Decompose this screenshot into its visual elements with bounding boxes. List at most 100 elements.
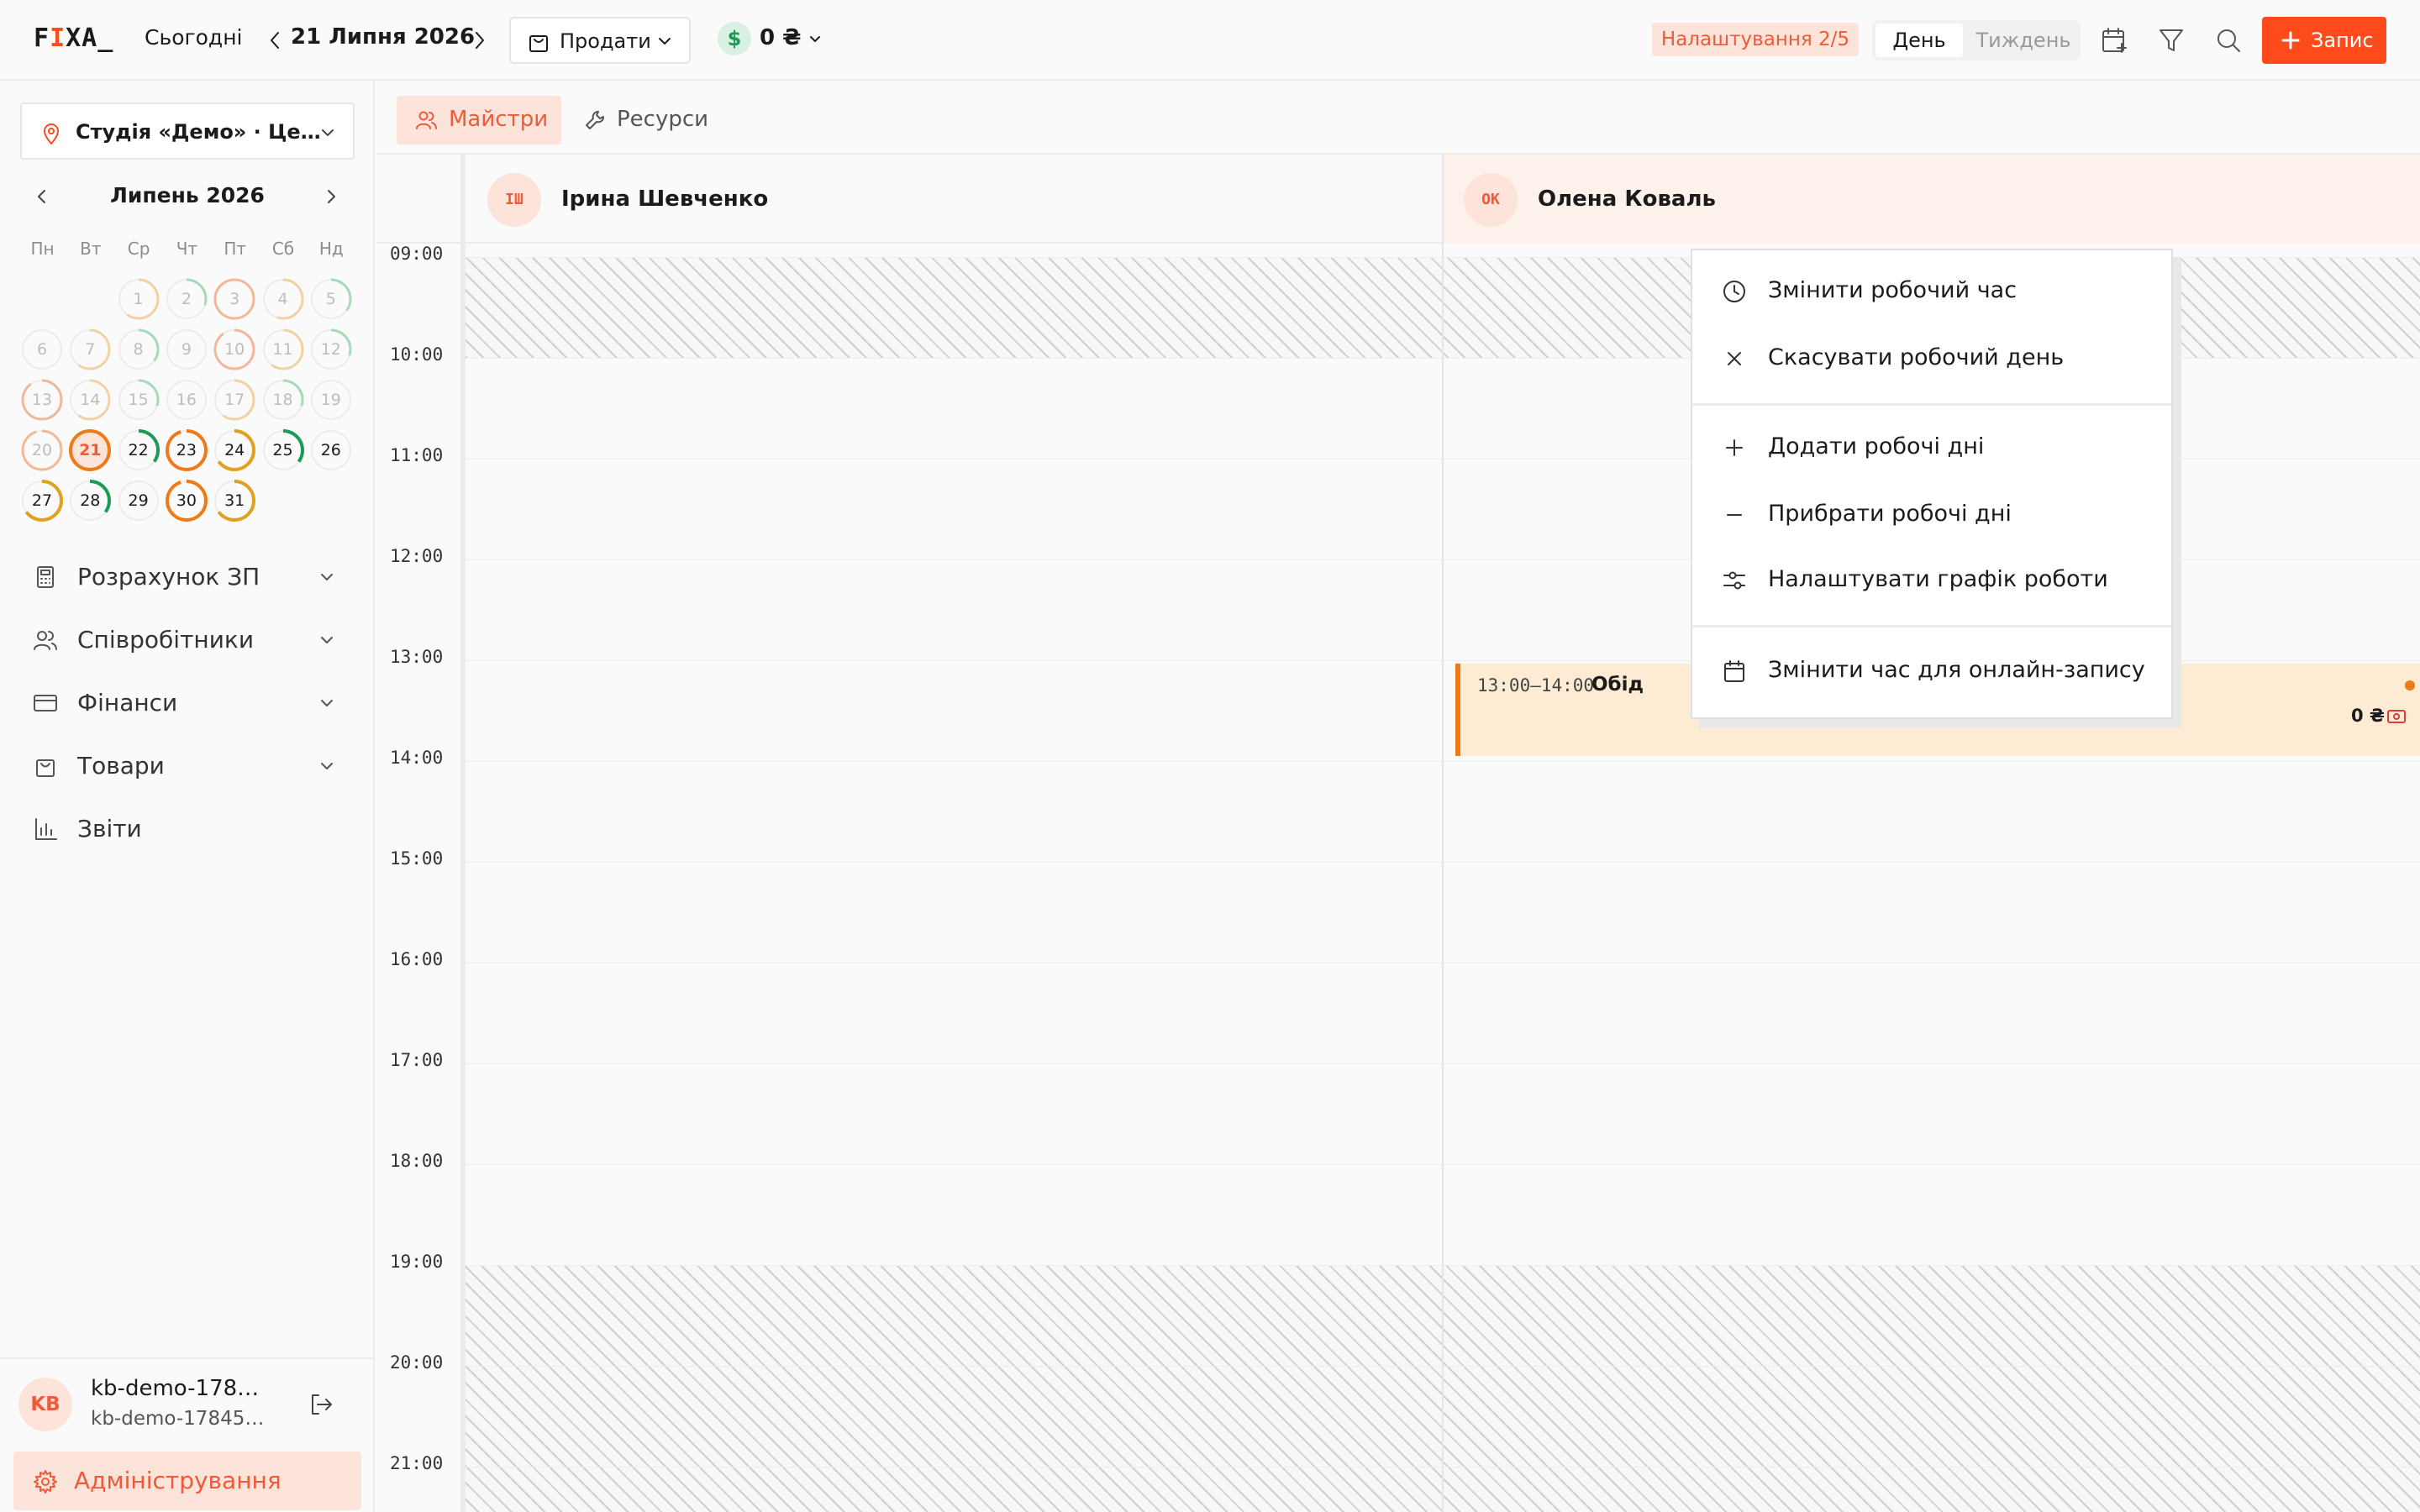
staff-name: Ірина Шевченко [561,186,769,212]
prev-day-icon[interactable] [262,25,287,55]
calendar-day[interactable]: 28 [68,479,112,522]
calendar-day[interactable]: 16 [165,378,208,422]
calendar-day[interactable]: 1 [117,277,160,321]
calendar-day-number: 20 [31,441,53,459]
sidebar-item-payroll[interactable]: Розрахунок ЗП [30,553,350,600]
calendar-day[interactable]: 4 [261,277,305,321]
calendar-day[interactable]: 27 [20,479,64,522]
calendar-day-number: 4 [277,290,288,308]
calendar-day[interactable]: 23 [165,428,208,472]
studio-selector[interactable]: Студія «Демо» · Центр [20,102,355,160]
calendar-day[interactable]: 25 [261,428,305,472]
add-booking-button[interactable]: Запис [2262,17,2386,64]
tab-resources[interactable]: Ресурси [565,96,733,144]
view-week-button[interactable]: Тиждень [1973,24,2074,57]
calendar-day[interactable]: 31 [213,479,256,522]
menu-item-change-work-time[interactable]: Змінити робочий час [1692,259,2171,324]
calendar-day[interactable]: 9 [165,328,208,371]
filter-icon[interactable] [2156,25,2186,55]
calendar-day[interactable]: 14 [68,378,112,422]
shopping-bag-icon [526,29,551,55]
chevron-down-icon [316,755,338,777]
calendar-add-icon[interactable] [2099,25,2129,55]
calendar-day[interactable]: 5 [309,277,353,321]
chevron-down-icon[interactable] [807,30,823,47]
logout-icon[interactable] [306,1389,336,1420]
calendar-day-number: 11 [272,340,293,359]
sidebar-item-products[interactable]: Товари [30,742,350,789]
calendar-day[interactable]: 24 [213,428,256,472]
cash-icon[interactable]: $ [718,22,751,55]
sidebar-item-label: Співробітники [77,626,255,654]
calendar-day[interactable]: 21 [68,428,112,472]
admin-label: Адміністрування [74,1467,281,1494]
sidebar-item-label: Розрахунок ЗП [77,563,260,591]
calendar-day[interactable]: 29 [117,479,160,522]
tab-masters[interactable]: Майстри [397,96,561,144]
plus-icon [1721,434,1748,461]
calendar-day[interactable]: 7 [68,328,112,371]
calendar-day-number: 7 [85,340,96,359]
calendar-day[interactable]: 15 [117,378,160,422]
appointment-title: Обід [1591,674,1644,696]
calendar-day[interactable]: 20 [20,428,64,472]
calendar-day[interactable]: 22 [117,428,160,472]
calendar-day[interactable]: 18 [261,378,305,422]
user-profile[interactable]: KB kb-demo-1784… kb-demo-178459… [18,1371,355,1438]
app-logo[interactable]: FIXA_ [34,24,113,53]
view-day-button[interactable]: День [1876,24,1963,57]
calendar-day[interactable]: 6 [20,328,64,371]
cash-balance[interactable]: 0 ₴ [760,25,802,50]
top-bar: FIXA_ Сьогодні 21 Липня 2026 Продати $ 0… [0,0,2420,81]
sidebar-item-employees[interactable]: Співробітники [30,616,350,663]
search-icon[interactable] [2213,25,2244,55]
shopping-bag-icon [32,753,59,780]
today-button[interactable]: Сьогодні [145,25,243,50]
resource-tabs: Майстри Ресурси [376,81,2420,155]
sidebar-item-reports[interactable]: Звіти [30,805,350,852]
menu-item-online-booking-time[interactable]: Змінити час для онлайн-запису [1692,638,2171,704]
hour-label: 14:00 [390,748,444,768]
calendar-day-number: 18 [272,391,293,409]
calendar-day[interactable]: 26 [309,428,353,472]
avatar: ОК [1464,173,1518,227]
calendar-day-number: 14 [80,391,101,409]
hour-label: 18:00 [390,1151,444,1171]
calendar-day[interactable]: 13 [20,378,64,422]
calendar-day-number: 25 [272,441,293,459]
setup-progress-badge[interactable]: Налаштування 2/5 [1652,23,1859,56]
calendar-day[interactable]: 12 [309,328,353,371]
tab-label: Ресурси [617,107,709,132]
staff-column-header[interactable]: ОК Олена Коваль [1444,155,2420,244]
calendar-day[interactable]: 11 [261,328,305,371]
weekday-label: Чт [176,239,198,259]
calendar-day[interactable]: 17 [213,378,256,422]
calendar-day[interactable]: 10 [213,328,256,371]
sidebar-item-admin[interactable]: Адміністрування [13,1452,361,1510]
appointment-time: 13:00–14:00 [1477,675,1595,696]
sell-dropdown[interactable]: Продати [509,17,691,64]
next-day-icon[interactable] [467,25,492,55]
calendar-day-number: 30 [176,491,197,510]
calendar-day[interactable]: 30 [165,479,208,522]
context-menu: Змінити робочий час Скасувати робочий де… [1691,249,2173,719]
time-gutter-border [460,155,466,1512]
tab-label: Майстри [449,107,549,132]
calendar-day[interactable]: 8 [117,328,160,371]
sidebar-item-finance[interactable]: Фінанси [30,679,350,726]
menu-item-configure-schedule[interactable]: Налаштувати графік роботи [1692,548,2171,613]
calendar-day[interactable]: 2 [165,277,208,321]
calendar-day[interactable]: 3 [213,277,256,321]
hour-label: 15:00 [390,848,444,869]
weekday-label: Пн [30,239,55,259]
studio-name: Студія «Демо» · Центр [76,120,324,144]
menu-item-cancel-work-day[interactable]: Скасувати робочий день [1692,326,2171,391]
weekday-label: Вт [80,239,102,259]
calendar-day-number: 27 [31,491,53,510]
staff-column-header[interactable]: ІШ Ірина Шевченко [467,155,1442,244]
menu-item-add-work-days[interactable]: Додати робочі дні [1692,415,2171,480]
menu-item-remove-work-days[interactable]: Прибрати робочі дні [1692,482,2171,548]
calendar-day[interactable]: 19 [309,378,353,422]
next-month-icon[interactable] [319,185,343,208]
current-date[interactable]: 21 Липня 2026 [291,24,475,50]
